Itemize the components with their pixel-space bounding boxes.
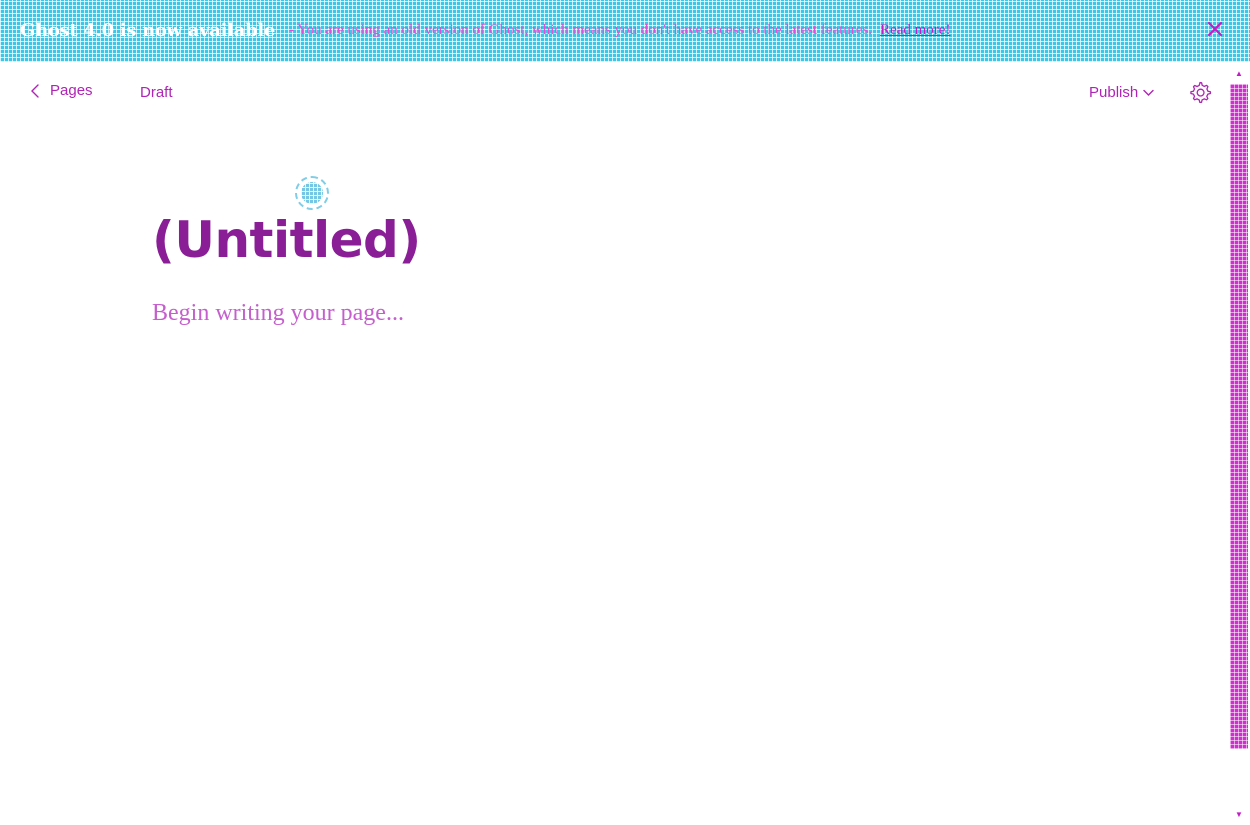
- chevron-down-icon: [1143, 89, 1154, 96]
- publish-label: Publish: [1089, 84, 1139, 101]
- banner-read-more-link[interactable]: Read more!: [880, 22, 950, 39]
- banner-message: - You are using an old version of Ghost,…: [289, 21, 873, 38]
- scroll-down-arrow-icon[interactable]: ▼: [1234, 809, 1244, 819]
- scroll-thumb[interactable]: [1230, 84, 1248, 749]
- page-body-editor[interactable]: Begin writing your page...: [152, 300, 404, 327]
- publish-menu-button[interactable]: Publish: [1089, 84, 1154, 101]
- banner-title: Ghost 4.0 is now available: [20, 19, 276, 41]
- scroll-up-arrow-icon[interactable]: ▲: [1234, 68, 1244, 78]
- editor-header: Pages Draft Publish: [0, 62, 1228, 122]
- close-icon[interactable]: [1206, 20, 1224, 38]
- gear-icon[interactable]: [1188, 80, 1212, 104]
- chevron-left-icon: [31, 83, 39, 98]
- image-add-icon[interactable]: [295, 176, 329, 210]
- update-banner: Ghost 4.0 is now available - You are usi…: [0, 0, 1250, 62]
- feature-image-button-dot: [301, 182, 323, 204]
- page-title-input[interactable]: (Untitled): [152, 210, 421, 270]
- post-status: Draft: [140, 84, 173, 101]
- back-label: Pages: [50, 82, 93, 99]
- back-to-pages-link[interactable]: Pages: [30, 82, 93, 99]
- vertical-scrollbar[interactable]: ▲ ▼: [1228, 66, 1250, 825]
